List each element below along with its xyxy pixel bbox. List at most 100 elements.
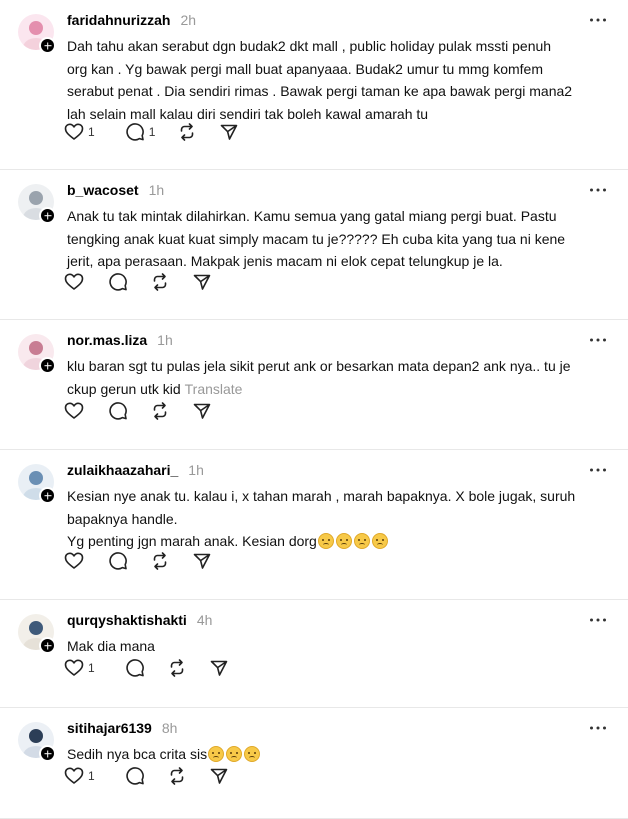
repost-button[interactable] [150, 270, 170, 294]
share-button[interactable] [209, 764, 229, 788]
post-text-line: klu baran sgt tu pulas jela sikit perut … [67, 355, 607, 378]
reply-post: zulaikhaazahari_ 1h Kesian nye anak tu. ka… [0, 450, 628, 600]
plus-icon[interactable] [39, 637, 56, 654]
avatar[interactable] [18, 722, 56, 762]
reply-button[interactable]: 1 [125, 120, 155, 144]
username[interactable]: zulaikhaazahari_ [67, 462, 178, 478]
post-text: Kesian nye anak tu. kalau i, x tahan mar… [67, 485, 607, 553]
post-header: faridahnurizzah 2h [67, 12, 196, 32]
more-options-icon[interactable] [588, 718, 606, 736]
timestamp[interactable]: 1h [149, 182, 165, 198]
heart-icon [64, 272, 84, 292]
comment-icon [108, 551, 128, 571]
like-button[interactable]: 1 [64, 764, 95, 788]
post-text-line: Dah tahu akan serabut dgn budak2 dkt mal… [67, 35, 607, 58]
post-header: zulaikhaazahari_ 1h [67, 462, 204, 482]
action-bar [64, 270, 212, 294]
repost-button[interactable] [150, 549, 170, 573]
action-bar [64, 549, 212, 573]
reply-post: faridahnurizzah 2h Dah tahu akan serabut d… [0, 0, 628, 170]
reply-button[interactable] [125, 764, 145, 788]
like-button[interactable] [64, 399, 84, 423]
like-button[interactable]: 1 [64, 656, 95, 680]
like-button[interactable] [64, 549, 84, 573]
like-button[interactable] [64, 270, 84, 294]
post-text-content: Yg penting jgn marah anak. Kesian dorg [67, 533, 317, 549]
more-options-icon[interactable] [588, 180, 606, 198]
send-icon [219, 122, 239, 142]
post-text-content: bapaknya handle. [67, 510, 178, 527]
post-text-content: ckup gerun utk kid [67, 380, 181, 397]
reply-post: sitihajar6139 8h Sedih nya bca crita sis 1 [0, 708, 628, 819]
timestamp[interactable]: 1h [157, 332, 173, 348]
username[interactable]: b_wacoset [67, 182, 139, 198]
repost-icon [167, 766, 187, 786]
translate-link[interactable]: Translate [185, 381, 243, 397]
send-icon [209, 766, 229, 786]
timestamp[interactable]: 1h [188, 462, 204, 478]
avatar[interactable] [18, 464, 56, 504]
send-icon [192, 401, 212, 421]
reply-button[interactable] [108, 270, 128, 294]
timestamp[interactable]: 2h [180, 12, 196, 28]
repost-button[interactable] [167, 656, 187, 680]
reply-button[interactable] [108, 399, 128, 423]
post-text-content: tengking anak kuat kuat simply macam tu … [67, 230, 566, 247]
repost-icon [150, 272, 170, 292]
post-text-line: org kan . Yg bawak pergi mall buat apany… [67, 58, 607, 81]
plus-icon[interactable] [39, 357, 56, 374]
plus-icon[interactable] [39, 207, 56, 224]
post-text-content: klu baran sgt tu pulas jela sikit perut … [67, 358, 571, 374]
avatar[interactable] [18, 614, 56, 654]
reply-post: nor.mas.liza 1h klu baran sgt tu pulas jel… [0, 320, 628, 450]
username[interactable]: sitihajar6139 [67, 720, 152, 736]
plus-icon[interactable] [39, 745, 56, 762]
post-text-line: bapaknya handle. [67, 508, 607, 531]
post-text-line: Kesian nye anak tu. kalau i, x tahan mar… [67, 485, 607, 508]
sad-face-emoji-icon [353, 533, 370, 549]
heart-icon [64, 658, 84, 678]
share-button[interactable] [192, 399, 212, 423]
repost-button[interactable] [167, 764, 187, 788]
heart-icon [64, 122, 84, 142]
reply-post: qurqyshaktishakti 4h Mak dia mana 1 [0, 600, 628, 708]
post-text-line: serabut penat . Dia sendiri rimas . Bawa… [67, 80, 607, 103]
more-options-icon[interactable] [588, 10, 606, 28]
plus-icon[interactable] [39, 487, 56, 504]
avatar[interactable] [18, 184, 56, 224]
post-text: Anak tu tak mintak dilahirkan. Kamu semu… [67, 205, 607, 273]
username[interactable]: faridahnurizzah [67, 12, 170, 28]
post-text-content: Mak dia mana [67, 638, 155, 654]
repost-button[interactable] [150, 399, 170, 423]
sad-face-emoji-icon [226, 746, 243, 762]
share-button[interactable] [192, 270, 212, 294]
reply-button[interactable] [108, 549, 128, 573]
post-text-content: org kan . Yg bawak pergi mall buat apany… [67, 60, 543, 77]
post-text-content: Dah tahu akan serabut dgn budak2 dkt mal… [67, 38, 552, 54]
post-text-line: Sedih nya bca crita sis [67, 743, 607, 766]
more-options-icon[interactable] [588, 610, 606, 628]
post-text-line: Anak tu tak mintak dilahirkan. Kamu semu… [67, 205, 607, 228]
plus-icon[interactable] [39, 37, 56, 54]
repost-icon [167, 658, 187, 678]
timestamp[interactable]: 8h [162, 720, 178, 736]
timestamp[interactable]: 4h [197, 612, 213, 628]
avatar[interactable] [18, 14, 56, 54]
post-header: sitihajar6139 8h [67, 720, 177, 740]
more-options-icon[interactable] [588, 330, 606, 348]
username[interactable]: nor.mas.liza [67, 332, 147, 348]
post-header: nor.mas.liza 1h [67, 332, 173, 352]
avatar[interactable] [18, 334, 56, 374]
sad-face-emoji-icon [317, 533, 334, 549]
share-button[interactable] [219, 120, 239, 144]
share-button[interactable] [209, 656, 229, 680]
repost-button[interactable] [177, 120, 197, 144]
post-text-content: serabut penat . Dia sendiri rimas . Bawa… [67, 83, 573, 99]
username[interactable]: qurqyshaktishakti [67, 612, 187, 628]
like-button[interactable]: 1 [64, 120, 95, 144]
more-options-icon[interactable] [588, 460, 606, 478]
action-bar: 1 [64, 764, 229, 788]
reply-button[interactable] [125, 656, 145, 680]
like-count: 1 [88, 769, 95, 783]
share-button[interactable] [192, 549, 212, 573]
